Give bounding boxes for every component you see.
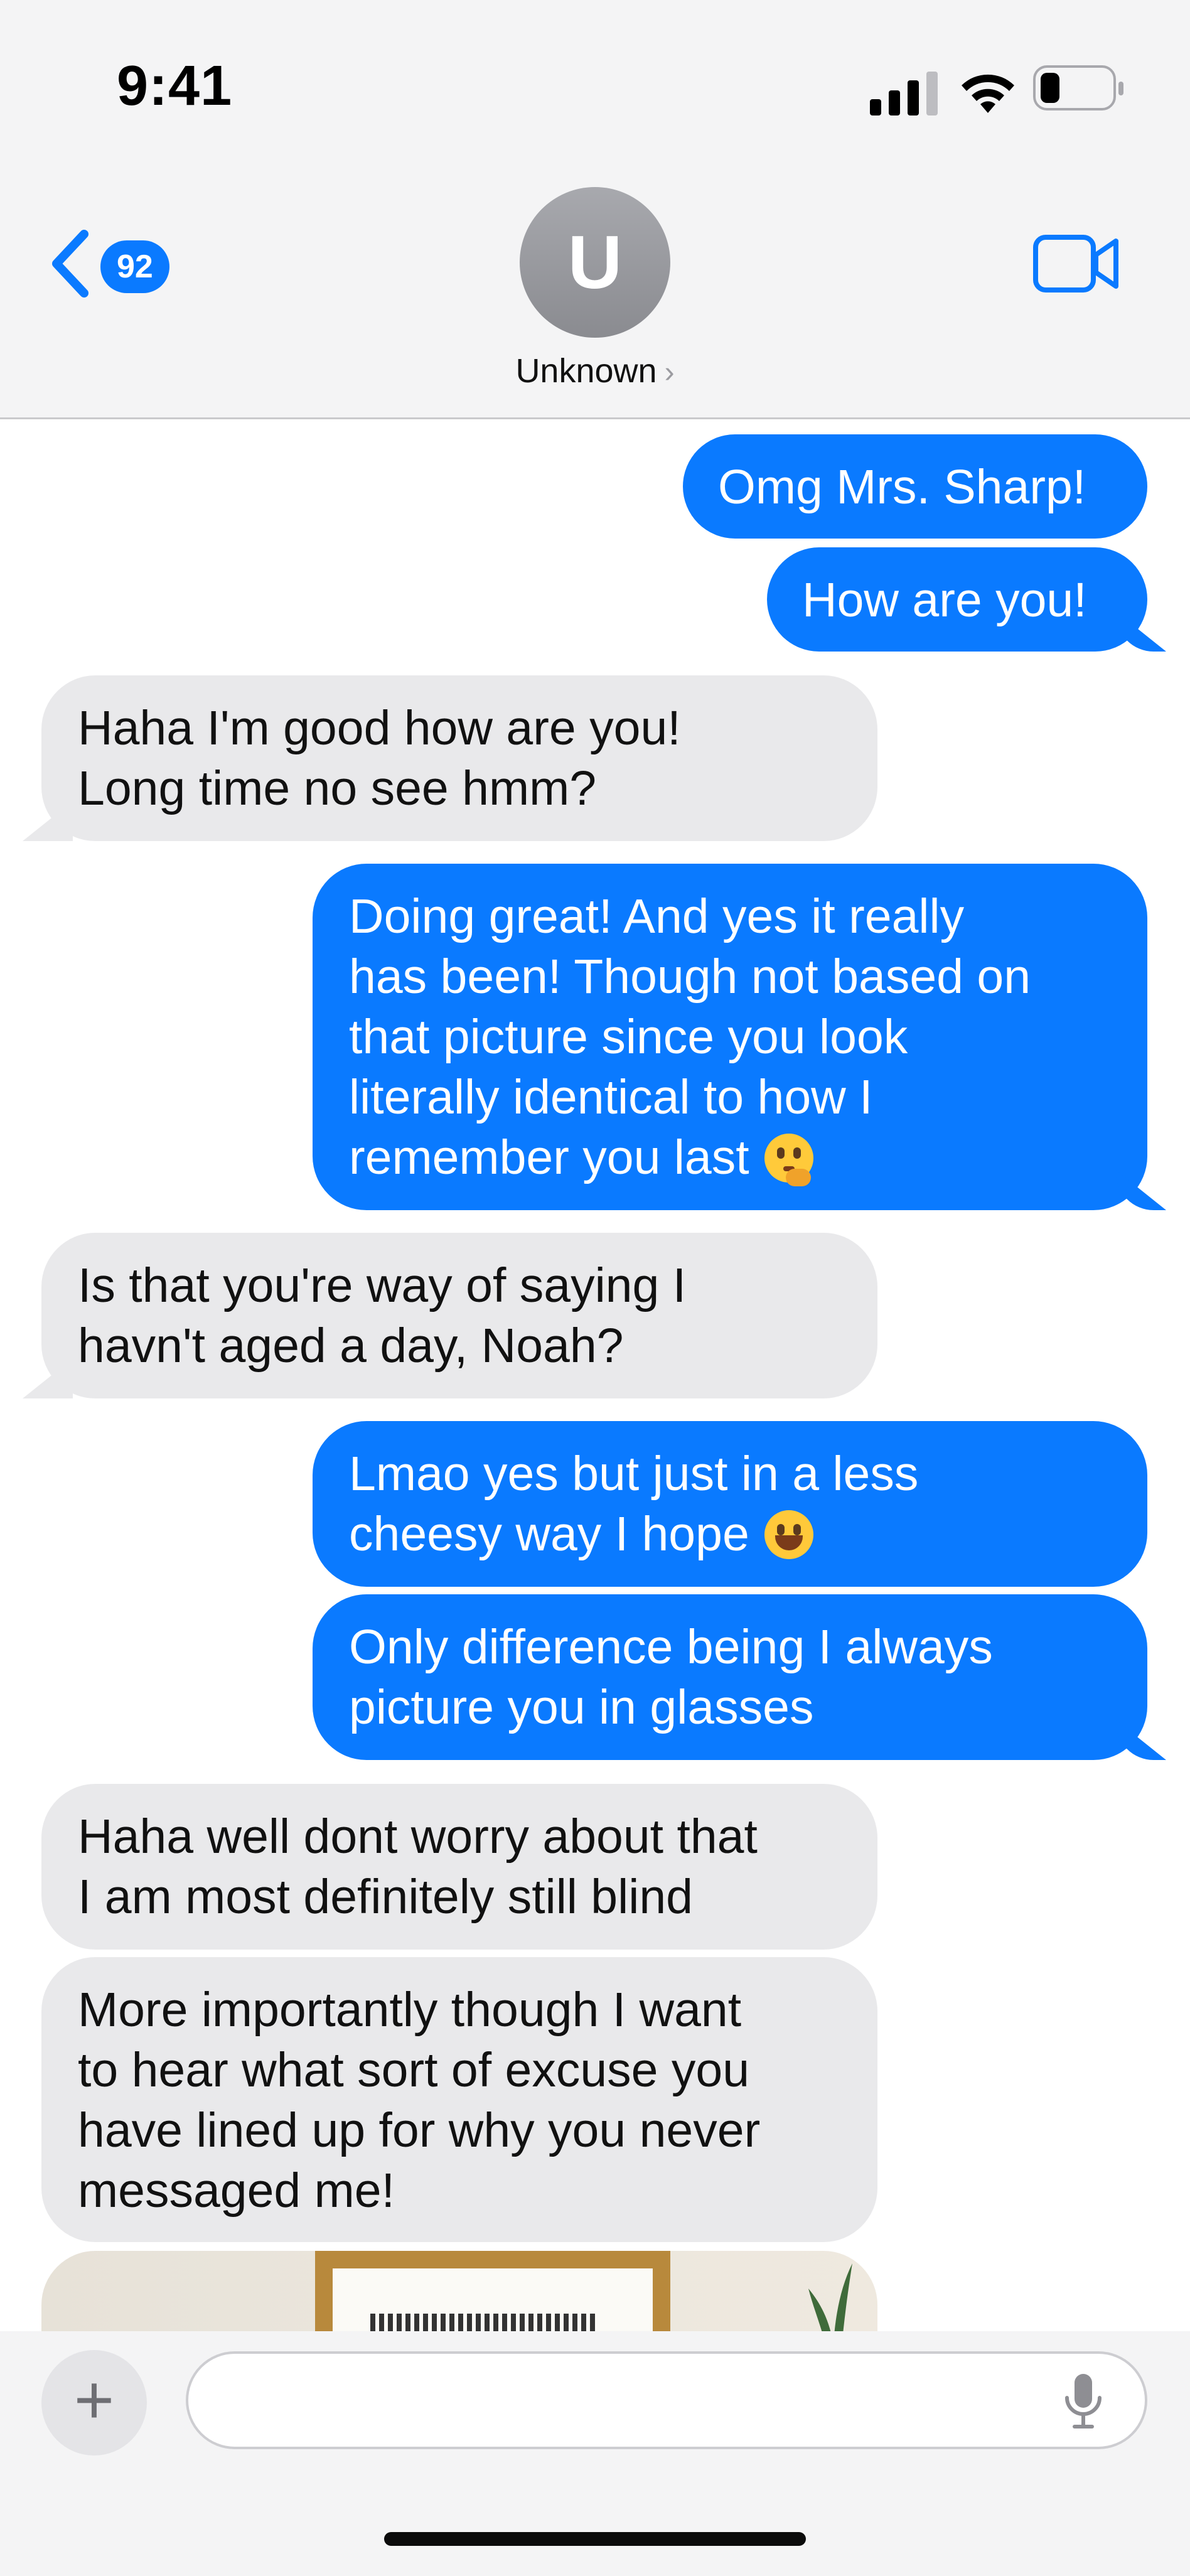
contact-name: Unknown [515, 352, 657, 390]
signal-icon [870, 72, 938, 115]
back-button[interactable]: 92 [49, 229, 174, 298]
battery-icon [1033, 65, 1123, 110]
message-bubble-incoming[interactable]: More importantly though I want to hear w… [41, 1957, 877, 2242]
home-indicator [384, 2532, 806, 2546]
contact-avatar[interactable]: U [520, 187, 670, 338]
message-text: Only difference being I always picture y… [349, 1620, 993, 1734]
message-bubble-outgoing[interactable]: Omg Mrs. Sharp! [683, 434, 1147, 539]
message-input-container[interactable] [186, 2351, 1147, 2449]
message-bubble-incoming[interactable]: Haha I'm good how are you! Long time no … [41, 675, 877, 841]
back-chevron-icon [52, 230, 88, 298]
thinking-face-emoji [764, 1134, 813, 1186]
message-bubble-incoming[interactable]: Is that you're way of saying I havn't ag… [41, 1233, 877, 1398]
video-camera-icon[interactable] [1033, 233, 1121, 294]
contact-name-button[interactable]: Unknown › [0, 352, 1190, 390]
message-bubble-outgoing[interactable]: Doing great! And yes it really has been!… [313, 864, 1147, 1210]
mic-icon[interactable] [1063, 2373, 1103, 2430]
add-attachment-button[interactable]: + [41, 2350, 147, 2455]
message-bubble-outgoing[interactable]: How are you! [767, 547, 1147, 652]
laughing-face-emoji [764, 1510, 813, 1559]
message-text: Lmao yes but just in a less cheesy way I… [349, 1447, 919, 1561]
wifi-icon [962, 74, 1014, 113]
message-text: Haha I'm good how are you! Long time no … [78, 701, 681, 815]
message-text: How are you! [802, 573, 1087, 627]
message-text: Is that you're way of saying I havn't ag… [78, 1258, 687, 1373]
message-bubble-outgoing[interactable]: Only difference being I always picture y… [313, 1594, 1147, 1760]
message-text: Haha well dont worry about that I am mos… [78, 1810, 758, 1924]
message-text: Omg Mrs. Sharp! [718, 460, 1086, 514]
status-time: 9:41 [117, 55, 233, 117]
unread-count-badge: 92 [100, 240, 169, 293]
message-text: More importantly though I want to hear w… [78, 1983, 761, 2218]
chevron-right-icon: › [664, 356, 675, 389]
message-input[interactable] [216, 2379, 1034, 2425]
message-bubble-outgoing[interactable]: Lmao yes but just in a less cheesy way I… [313, 1421, 1147, 1587]
conversation-header: 9:41 92 U Unknown › [0, 0, 1190, 419]
message-text: Doing great! And yes it really has been!… [349, 889, 1031, 1184]
message-bubble-incoming[interactable]: Haha well dont worry about that I am mos… [41, 1784, 877, 1950]
